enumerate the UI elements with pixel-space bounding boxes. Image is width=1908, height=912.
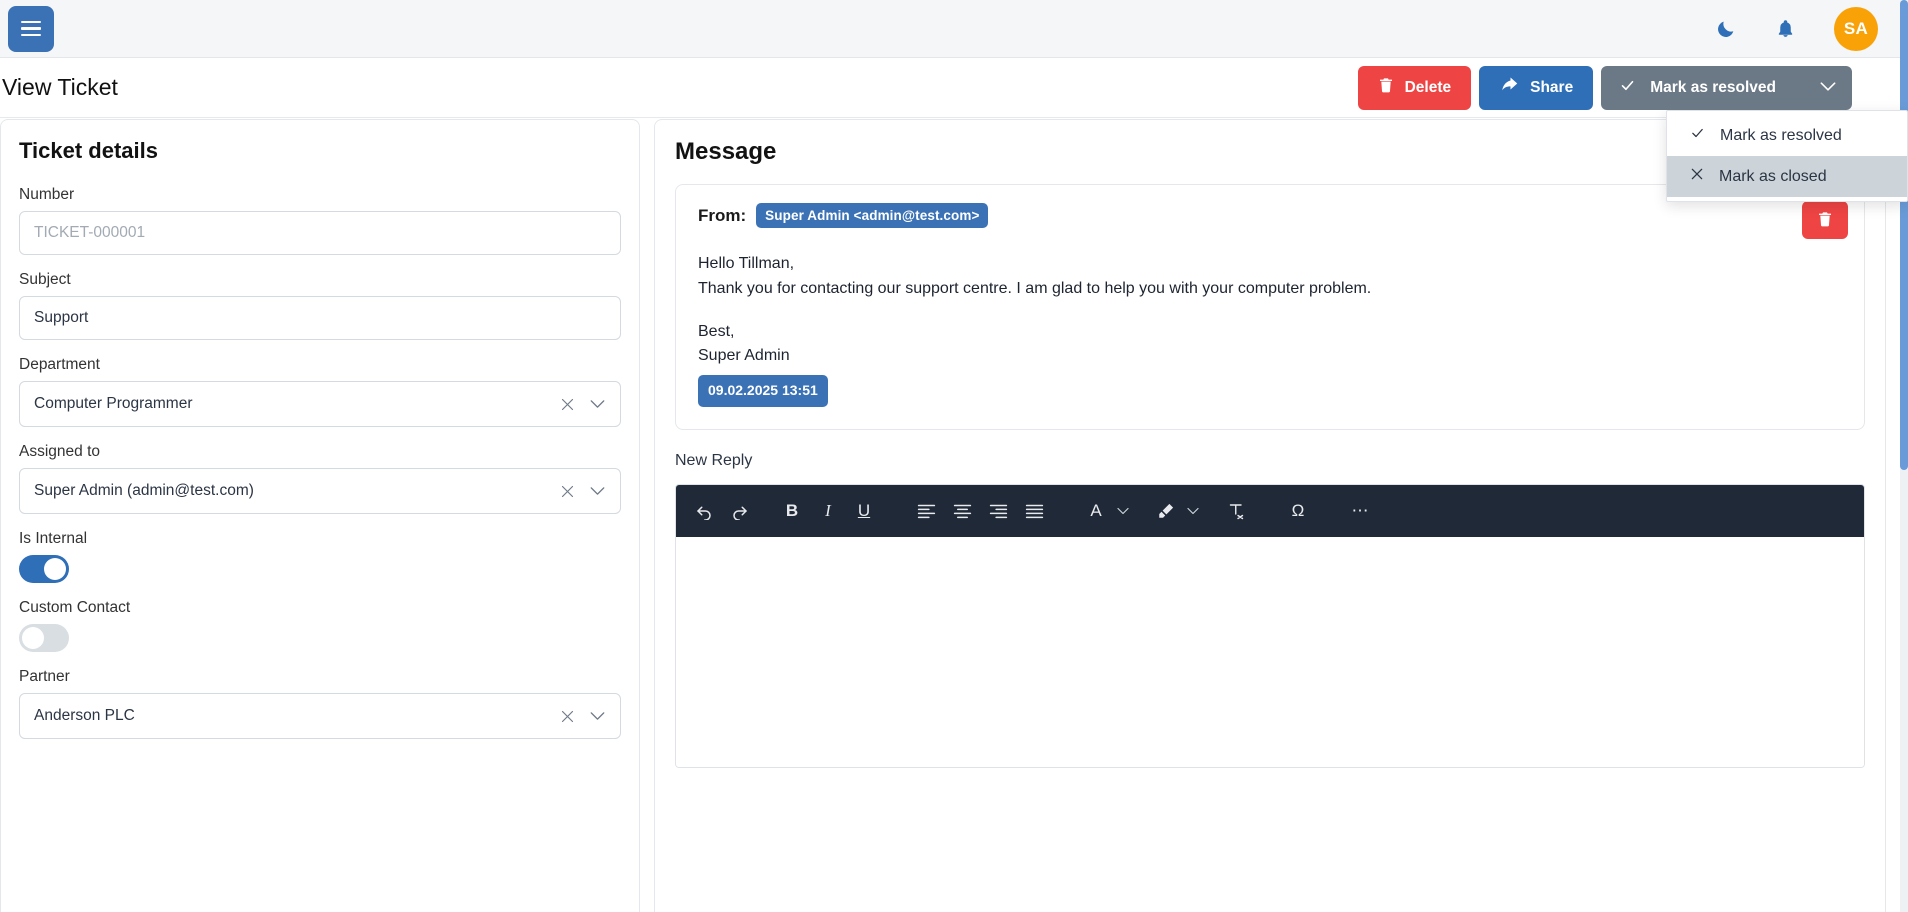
clear-icon[interactable] <box>552 484 582 499</box>
chevron-down-icon[interactable] <box>582 711 612 721</box>
dropdown-item-mark-as-closed[interactable]: Mark as closed <box>1667 156 1907 197</box>
subject-label: Subject <box>19 271 71 288</box>
dropdown-item-label: Mark as closed <box>1719 167 1827 185</box>
delete-button[interactable]: Delete <box>1357 65 1472 110</box>
assigned-to-value: Super Admin (admin@test.com) <box>34 482 254 499</box>
is-internal-toggle[interactable] <box>19 555 69 583</box>
page-title: View Ticket <box>2 74 118 100</box>
from-value-badge: Super Admin <admin@test.com> <box>756 203 989 228</box>
text-color-icon[interactable]: A <box>1078 493 1114 529</box>
message-line-1: Hello Tillman, <box>698 255 795 272</box>
align-center-icon[interactable] <box>944 493 980 529</box>
header-actions: Delete Share Mark as resolved <box>1357 65 1900 110</box>
toggle-knob <box>22 627 44 649</box>
redo-icon[interactable] <box>722 493 758 529</box>
close-icon <box>1689 167 1705 186</box>
from-label: From: <box>698 205 747 225</box>
avatar[interactable]: SA <box>1834 6 1878 51</box>
message-from-row: From: Super Admin <admin@test.com> <box>698 203 1842 228</box>
hamburger-icon[interactable] <box>8 5 54 52</box>
chevron-down-icon[interactable] <box>582 399 612 409</box>
department-select[interactable]: Computer Programmer <box>19 381 621 427</box>
number-label: Number <box>19 186 75 203</box>
message-line-2: Thank you for contacting our support cen… <box>698 279 1372 297</box>
dropdown-item-mark-as-resolved[interactable]: Mark as resolved <box>1667 115 1907 156</box>
number-input[interactable]: TICKET-000001 <box>19 211 621 255</box>
delete-button-label: Delete <box>1404 78 1452 96</box>
assigned-to-select[interactable]: Super Admin (admin@test.com) <box>19 468 621 514</box>
align-right-icon[interactable] <box>980 493 1016 529</box>
undo-icon[interactable] <box>686 493 722 529</box>
main-content: Ticket details Number TICKET-000001 Subj… <box>0 119 1900 912</box>
more-options-icon[interactable]: ⋯ <box>1342 493 1378 529</box>
message-item: From: Super Admin <admin@test.com> Hello… <box>675 184 1865 430</box>
chevron-down-icon[interactable] <box>1820 79 1836 97</box>
message-panel: Message From: Super Admin <admin@test.co… <box>654 119 1886 912</box>
share-icon <box>1499 76 1519 99</box>
page-header: View Ticket Delete Share Mark as resolve… <box>0 58 1900 118</box>
navbar-right-group: SA <box>1715 6 1900 51</box>
align-justify-icon[interactable] <box>1016 493 1052 529</box>
avatar-initials: SA <box>1843 18 1869 38</box>
department-value: Computer Programmer <box>34 395 193 412</box>
message-timestamp: 09.02.2025 13:51 <box>698 375 828 407</box>
partner-value: Anderson PLC <box>34 707 135 724</box>
custom-contact-toggle[interactable] <box>19 624 69 652</box>
partner-select[interactable]: Anderson PLC <box>19 693 621 739</box>
moon-icon[interactable] <box>1715 18 1737 40</box>
editor-toolbar: B I U A Ω ⋯ <box>676 484 1864 537</box>
ticket-details-title: Ticket details <box>19 138 158 163</box>
is-internal-label: Is Internal <box>19 530 88 547</box>
mark-as-resolved-button[interactable]: Mark as resolved <box>1601 65 1852 110</box>
assigned-to-label: Assigned to <box>19 443 100 460</box>
status-dropdown-menu[interactable]: Mark as resolved Mark as closed <box>1666 110 1908 202</box>
custom-contact-label: Custom Contact <box>19 599 131 616</box>
text-color-chevron-down-icon[interactable] <box>1114 507 1132 515</box>
mark-as-resolved-label: Mark as resolved <box>1650 78 1776 96</box>
partner-label: Partner <box>19 668 70 685</box>
subject-input[interactable]: Support <box>19 296 621 340</box>
reply-editor-textarea[interactable] <box>676 536 1864 767</box>
highlight-color-icon[interactable] <box>1148 493 1184 529</box>
bold-icon[interactable]: B <box>774 493 810 529</box>
share-button-label: Share <box>1530 78 1574 96</box>
new-reply-label: New Reply <box>675 451 753 469</box>
highlight-color-chevron-down-icon[interactable] <box>1184 507 1202 515</box>
clear-format-icon[interactable] <box>1218 493 1254 529</box>
italic-icon[interactable]: I <box>810 493 846 529</box>
dropdown-item-label: Mark as resolved <box>1720 126 1842 144</box>
check-icon <box>1619 78 1636 98</box>
delete-message-button[interactable] <box>1802 201 1848 239</box>
department-label: Department <box>19 356 100 373</box>
trash-icon <box>1378 76 1394 99</box>
clear-icon[interactable] <box>552 397 582 412</box>
bell-icon[interactable] <box>1775 18 1796 40</box>
align-left-icon[interactable] <box>908 493 944 529</box>
message-line-3: Best, <box>698 322 735 340</box>
message-line-4: Super Admin <box>698 347 790 365</box>
top-navbar: SA <box>0 0 1900 58</box>
toggle-knob <box>44 558 66 580</box>
chevron-down-icon[interactable] <box>582 486 612 496</box>
special-char-icon[interactable]: Ω <box>1280 493 1316 529</box>
message-body: Hello Tillman, Thank you for contacting … <box>698 252 1842 407</box>
underline-icon[interactable]: U <box>846 493 882 529</box>
clear-icon[interactable] <box>552 709 582 724</box>
share-button[interactable]: Share <box>1479 65 1594 110</box>
ticket-details-panel: Ticket details Number TICKET-000001 Subj… <box>0 119 640 912</box>
page-scrollbar-thumb[interactable] <box>1900 0 1908 470</box>
trash-icon <box>1817 210 1833 231</box>
check-icon <box>1689 126 1706 145</box>
reply-editor: B I U A Ω ⋯ <box>675 483 1865 768</box>
